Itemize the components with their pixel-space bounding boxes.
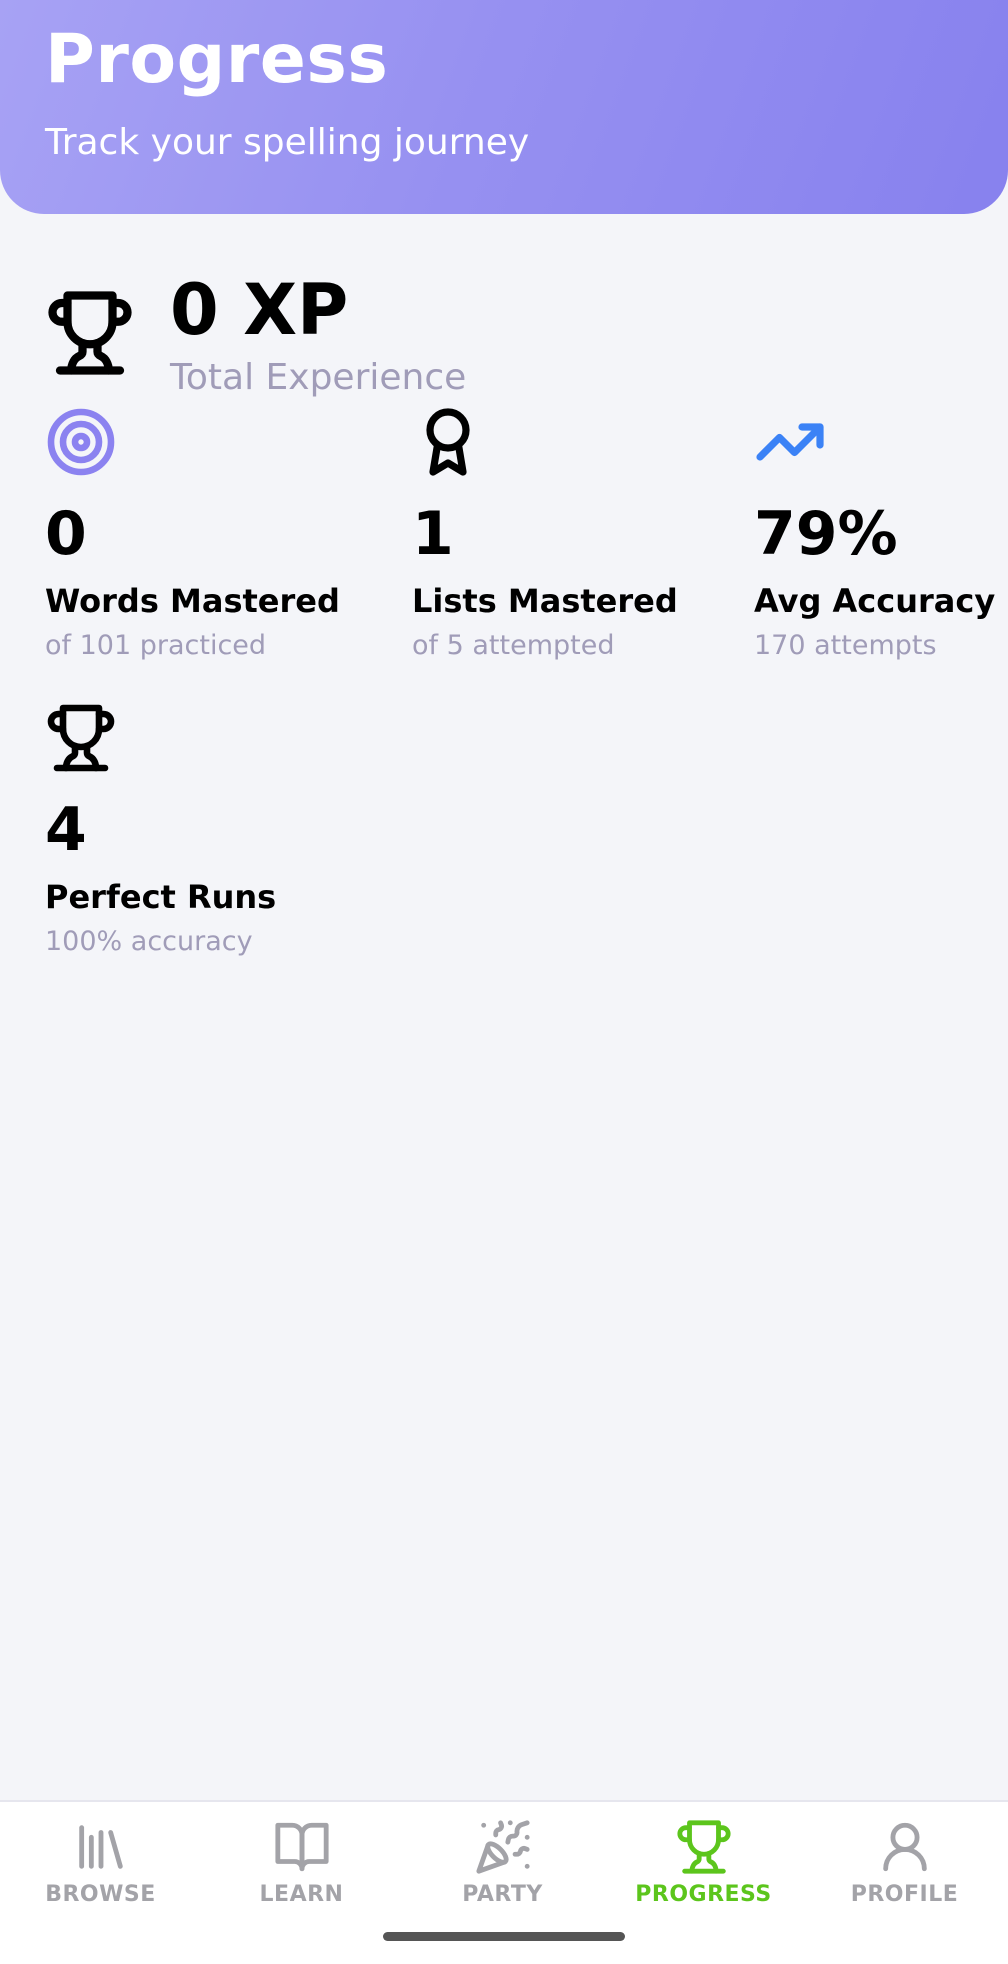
tab-label: LEARN (259, 1882, 344, 1907)
trophy-icon (48, 291, 132, 375)
stat-subtitle: 100% accuracy (45, 926, 253, 957)
xp-value: 0 XP (170, 269, 349, 351)
book-open-icon (274, 1822, 329, 1872)
award-ribbon-icon (426, 408, 470, 476)
page-title: Progress (45, 20, 389, 99)
tab-browse[interactable]: BROWSE (0, 1818, 201, 1928)
stat-title: Perfect Runs (45, 878, 277, 916)
tab-label: PROGRESS (635, 1882, 772, 1907)
stat-title: Words Mastered (45, 582, 340, 620)
party-popper-icon (475, 1820, 530, 1874)
tab-profile[interactable]: PROFILE (804, 1818, 1005, 1928)
library-icon (78, 1825, 123, 1869)
stat-value: 1 (412, 499, 454, 569)
trending-up-icon (756, 423, 824, 461)
user-icon (882, 1822, 927, 1872)
stat-value: 0 (45, 499, 87, 569)
xp-label: Total Experience (170, 357, 467, 398)
header: Progress Track your spelling journey (0, 0, 1008, 214)
stat-subtitle: 170 attempts (754, 630, 937, 661)
target-icon (47, 408, 115, 476)
stat-title: Avg Accuracy (754, 582, 996, 620)
stat-subtitle: of 5 attempted (412, 630, 615, 661)
tab-progress[interactable]: PROGRESS (603, 1818, 804, 1928)
stat-title: Lists Mastered (412, 582, 678, 620)
tab-label: BROWSE (45, 1882, 156, 1907)
progress-screen: Progress Track your spelling journey 0 X… (0, 0, 1008, 1964)
stat-subtitle: of 101 practiced (45, 630, 267, 661)
trophy-icon (47, 704, 115, 772)
trophy-icon (676, 1820, 731, 1874)
tab-label: PROFILE (850, 1882, 959, 1907)
home-indicator[interactable] (383, 1932, 625, 1941)
tab-party[interactable]: PARTY (402, 1818, 603, 1928)
stat-value: 4 (45, 795, 87, 865)
stat-value: 79% (754, 499, 898, 569)
page-subtitle: Track your spelling journey (45, 122, 530, 163)
tab-learn[interactable]: LEARN (201, 1818, 402, 1928)
tab-label: PARTY (462, 1882, 543, 1907)
